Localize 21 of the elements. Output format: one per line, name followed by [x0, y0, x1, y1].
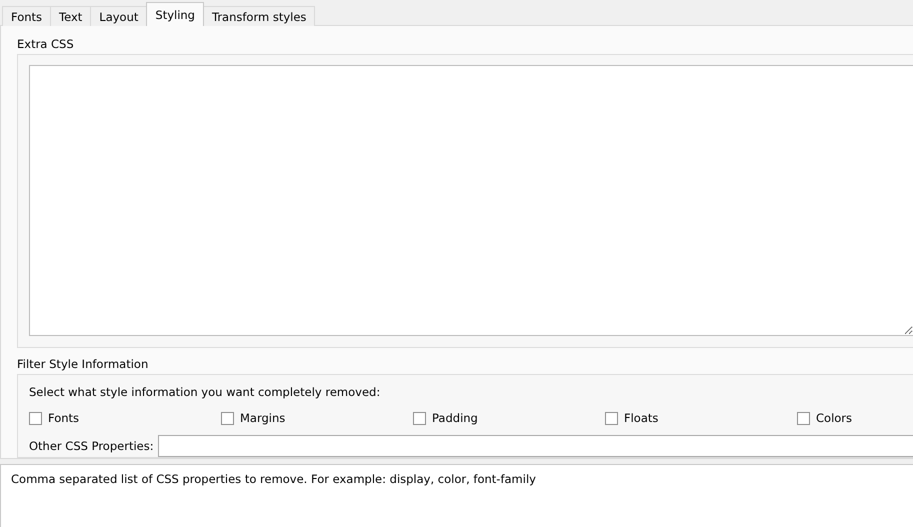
group-label: Filter Style Information — [17, 356, 150, 374]
checkbox[interactable] — [797, 412, 810, 424]
checkbox[interactable] — [605, 412, 618, 424]
tab[interactable]: Layout — [90, 6, 148, 26]
checkbox-label[interactable]: Fonts — [48, 411, 80, 425]
tab[interactable]: Styling — [146, 2, 204, 26]
tab[interactable]: Text — [50, 6, 92, 26]
group-label: Extra CSS — [17, 36, 75, 53]
field-label: Other CSS Properties: — [29, 439, 154, 453]
checkbox[interactable] — [29, 412, 42, 424]
instruction-text: Select what style information you want completely removed: — [29, 384, 382, 401]
checkbox-label[interactable]: Colors — [816, 411, 852, 425]
checkbox-label[interactable]: Margins — [240, 411, 286, 425]
checkbox-label[interactable]: Floats — [624, 411, 658, 425]
tab[interactable]: Transform styles — [202, 6, 316, 26]
help-text: Comma separated list of CSS properties to remove. For example: display, color, font-family — [0, 464, 913, 527]
checkbox[interactable] — [221, 412, 234, 424]
checkbox[interactable] — [413, 412, 426, 424]
tab[interactable]: Fonts — [2, 6, 52, 26]
checkbox-label[interactable]: Padding — [432, 411, 478, 425]
input-field[interactable] — [158, 435, 913, 457]
